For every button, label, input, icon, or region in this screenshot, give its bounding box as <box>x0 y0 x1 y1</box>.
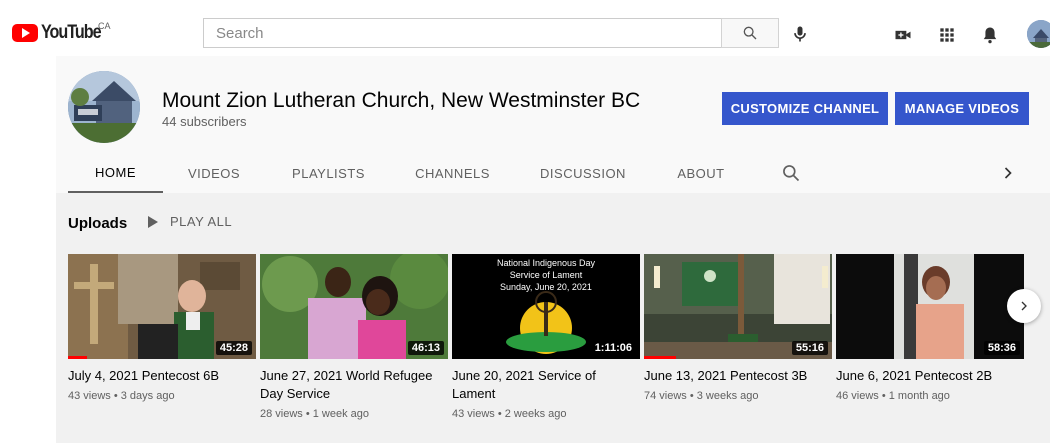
youtube-logo[interactable]: YouTube <box>12 22 111 44</box>
channel-content: Uploads PLAY ALL 45:28 July 4, 2021 Pent… <box>56 193 1050 443</box>
video-card[interactable]: 46:13 June 27, 2021 World Refugee Day Se… <box>260 254 448 420</box>
video-card[interactable]: 45:28 July 4, 2021 Pentecost 6B 43 views… <box>68 254 256 402</box>
channel-avatar-image <box>68 71 140 143</box>
channel-name: Mount Zion Lutheran Church, New Westmins… <box>162 89 641 112</box>
channel-search-icon[interactable] <box>781 163 801 183</box>
masthead: YouTube CA <box>0 6 1050 56</box>
tab-videos[interactable]: VIDEOS <box>178 153 250 193</box>
create-video-icon[interactable] <box>893 25 913 45</box>
video-meta: 28 views • 1 week ago <box>260 408 370 420</box>
video-card[interactable]: National Indigenous Day Service of Lamen… <box>452 254 640 420</box>
watch-progress-bar <box>68 356 87 359</box>
apps-grid-icon[interactable] <box>937 25 957 45</box>
video-thumbnail[interactable]: 45:28 <box>68 254 256 359</box>
tabs-next-chevron-icon[interactable] <box>998 163 1018 183</box>
play-all-button[interactable]: PLAY ALL <box>148 214 232 229</box>
video-duration: 1:11:06 <box>590 341 636 355</box>
tab-discussion[interactable]: DISCUSSION <box>533 153 633 193</box>
account-avatar[interactable] <box>1027 20 1050 48</box>
play-icon <box>148 215 158 228</box>
thumbnail-caption-line: National Indigenous Day <box>496 258 596 268</box>
search-input[interactable] <box>203 18 721 48</box>
uploads-heading[interactable]: Uploads <box>68 215 127 232</box>
thumbnail-caption: National Indigenous Day Service of Lamen… <box>452 257 640 293</box>
tab-home[interactable]: HOME <box>68 153 163 193</box>
search-button[interactable] <box>721 18 779 48</box>
video-title[interactable]: June 13, 2021 Pentecost 3B <box>644 367 832 385</box>
video-duration: 55:16 <box>791 341 828 355</box>
video-thumbnail[interactable]: 58:36 <box>836 254 1024 359</box>
search-icon <box>743 26 757 40</box>
subscriber-count: 44 subscribers <box>162 114 247 129</box>
video-thumbnail[interactable]: 55:16 <box>644 254 832 359</box>
channel-avatar[interactable] <box>68 71 140 143</box>
thumbnail-caption-line: Sunday, June 20, 2021 <box>500 282 592 292</box>
chevron-right-icon <box>1021 301 1027 311</box>
customize-channel-button[interactable]: CUSTOMIZE CHANNEL <box>722 92 888 125</box>
region-code: CA <box>98 21 111 31</box>
video-title[interactable]: June 20, 2021 Service of Lament <box>452 367 640 403</box>
logo-text: YouTube <box>41 22 102 43</box>
video-duration: 45:28 <box>215 341 252 355</box>
tab-playlists[interactable]: PLAYLISTS <box>281 153 376 193</box>
search-bar <box>203 18 779 48</box>
channel-header: Mount Zion Lutheran Church, New Westmins… <box>56 56 1050 193</box>
video-card[interactable]: 58:36 June 6, 2021 Pentecost 2B 46 views… <box>836 254 1024 402</box>
video-meta: 43 views • 3 days ago <box>68 390 175 402</box>
watch-progress-bar <box>644 356 676 359</box>
video-duration: 46:13 <box>407 341 444 355</box>
video-title[interactable]: June 6, 2021 Pentecost 2B <box>836 367 1024 385</box>
video-meta: 74 views • 3 weeks ago <box>644 390 759 402</box>
video-meta: 43 views • 2 weeks ago <box>452 408 567 420</box>
account-avatar-image <box>1027 20 1050 48</box>
video-thumbnail[interactable]: 46:13 <box>260 254 448 359</box>
video-thumbnail[interactable]: National Indigenous Day Service of Lamen… <box>452 254 640 359</box>
channel-tabs: HOME VIDEOS PLAYLISTS CHANNELS DISCUSSIO… <box>68 153 1038 193</box>
tab-about[interactable]: ABOUT <box>666 153 736 193</box>
microphone-icon[interactable] <box>790 24 810 44</box>
video-title[interactable]: June 27, 2021 World Refugee Day Service <box>260 367 448 403</box>
video-card[interactable]: 55:16 June 13, 2021 Pentecost 3B 74 view… <box>644 254 832 402</box>
tab-channels[interactable]: CHANNELS <box>405 153 500 193</box>
manage-videos-button[interactable]: MANAGE VIDEOS <box>895 92 1029 125</box>
play-logo-icon <box>12 24 38 42</box>
video-duration: 58:36 <box>983 341 1020 355</box>
video-meta: 46 views • 1 month ago <box>836 390 950 402</box>
thumbnail-caption-line: Service of Lament <box>509 270 583 280</box>
carousel-next-button[interactable] <box>1007 289 1041 323</box>
video-title[interactable]: July 4, 2021 Pentecost 6B <box>68 367 256 385</box>
notifications-bell-icon[interactable] <box>980 25 1000 45</box>
play-all-label: PLAY ALL <box>170 214 233 229</box>
